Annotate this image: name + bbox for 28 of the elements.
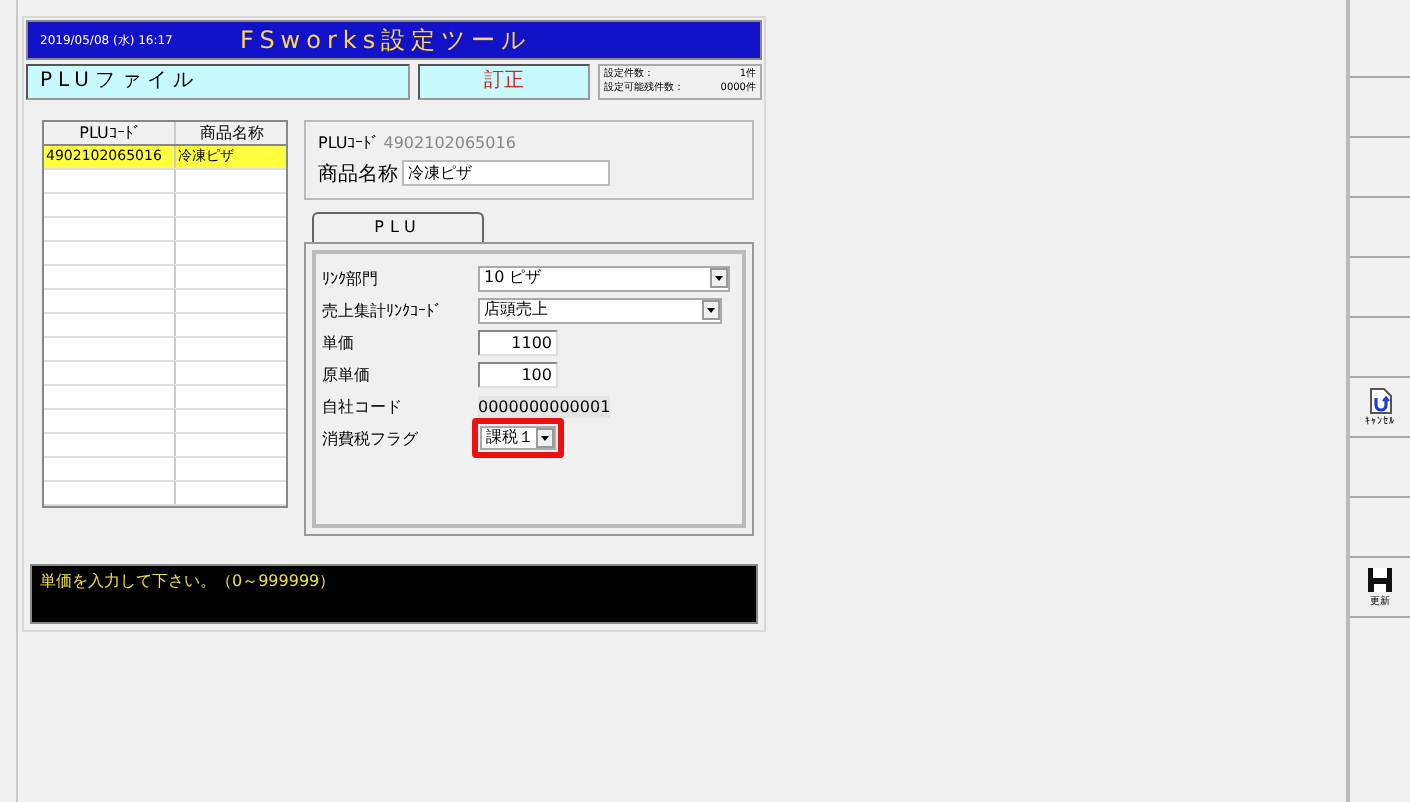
column-header: PLUｺｰﾄﾞ	[44, 122, 176, 144]
save-icon	[1368, 567, 1392, 591]
mode-label: 訂正	[418, 64, 590, 100]
caret-icon	[710, 268, 728, 288]
field-label: 売上集計ﾘﾝｸｺｰﾄﾞ	[322, 299, 444, 321]
input-field[interactable]: 冷凍ピザ	[402, 160, 610, 186]
field-label: ﾘﾝｸ部門	[322, 267, 380, 289]
dropdown[interactable]: 課税１	[480, 426, 556, 450]
field-label: 消費税フラグ	[322, 427, 420, 449]
input-field[interactable]: 100	[478, 361, 558, 387]
caret-icon	[536, 428, 554, 448]
column-header: 商品名称	[198, 122, 266, 144]
readonly-field: 0000000000001	[478, 395, 611, 417]
message-text: 単価を入力して下さい。（0～999999）	[40, 572, 336, 590]
code-value: 4902102065016	[383, 134, 516, 152]
window-title: FSworks設定ツール	[240, 23, 532, 57]
field-label: 単価	[322, 331, 356, 353]
undo-document-icon	[1369, 387, 1391, 413]
field-label: PLUｺｰﾄﾞ	[318, 134, 380, 152]
dropdown[interactable]: 店頭売上	[478, 297, 722, 323]
field-label: 商品名称	[318, 161, 398, 187]
file-name: PLUファイル	[26, 64, 410, 100]
field-label: 自社コード	[322, 395, 404, 417]
field-label: 原単価	[322, 363, 372, 385]
input-field[interactable]: 1100	[478, 329, 558, 355]
tab[interactable]: PLU	[312, 212, 484, 242]
caret-icon	[702, 300, 720, 320]
dropdown[interactable]: 10 ピザ	[478, 265, 730, 291]
